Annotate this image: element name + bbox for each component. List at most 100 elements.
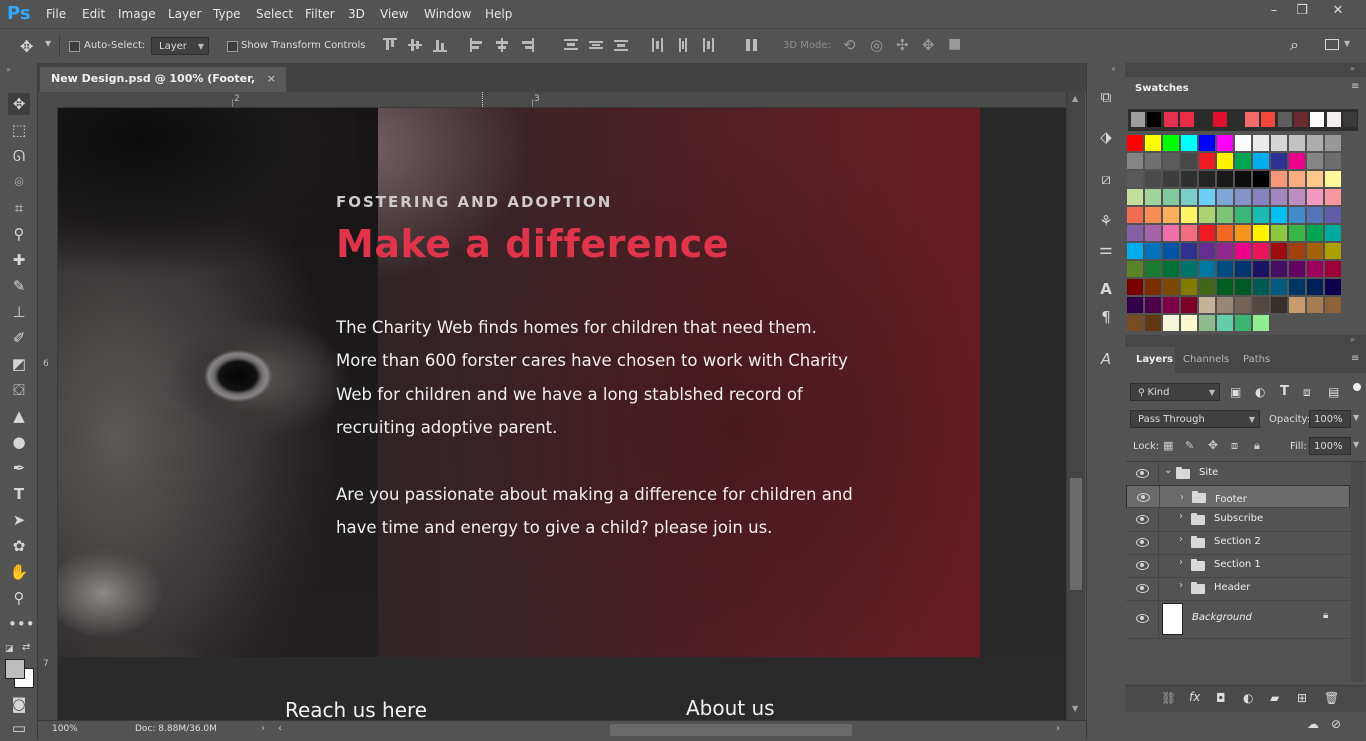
menu-filter[interactable]: Filter xyxy=(305,7,335,21)
history-panel-icon[interactable]: ⧉ xyxy=(1096,87,1116,107)
zoom-level[interactable]: 100% xyxy=(52,724,78,734)
color-swatch[interactable] xyxy=(1325,243,1341,259)
filter-adjustment-icon[interactable]: ◐ xyxy=(1255,385,1265,399)
color-swatch[interactable] xyxy=(1307,243,1323,259)
color-swatch[interactable] xyxy=(1163,207,1179,223)
libraries-icon[interactable]: ⊘ xyxy=(1331,717,1341,731)
color-swatch[interactable] xyxy=(1307,261,1323,277)
dodge-tool-icon[interactable]: ● xyxy=(8,431,30,453)
align-left-icon[interactable] xyxy=(470,38,484,52)
color-swatch[interactable] xyxy=(1127,189,1143,205)
fill-input[interactable]: 100% xyxy=(1309,437,1351,455)
hand-tool-icon[interactable]: ✋ xyxy=(8,561,30,583)
filter-kind-dropdown[interactable]: ⚲ Kind ▼ xyxy=(1130,383,1220,401)
zoom-tool-icon[interactable]: ⚲ xyxy=(8,587,30,609)
color-swatch[interactable] xyxy=(1253,243,1269,259)
color-swatch[interactable] xyxy=(1217,171,1233,187)
color-swatch[interactable] xyxy=(1217,225,1233,241)
eraser-tool-icon[interactable]: ◩ xyxy=(8,353,30,375)
layers-scrollbar[interactable] xyxy=(1351,462,1365,682)
distribute-hcenter-icon[interactable] xyxy=(676,38,690,52)
color-swatch[interactable] xyxy=(1307,279,1323,295)
distribute-left-icon[interactable] xyxy=(651,38,665,52)
3d-roll-icon[interactable]: ◎ xyxy=(870,36,883,54)
color-swatch[interactable] xyxy=(1325,189,1341,205)
color-swatch[interactable] xyxy=(1289,243,1305,259)
clone-stamp-tool-icon[interactable]: ⊥ xyxy=(8,301,30,323)
tab-paths[interactable]: Paths xyxy=(1243,354,1270,365)
color-swatch[interactable] xyxy=(1181,207,1197,223)
lock-position-icon[interactable]: ✥ xyxy=(1208,438,1218,452)
color-swatch[interactable] xyxy=(1253,153,1269,169)
color-swatch[interactable] xyxy=(1271,243,1287,259)
color-swatch[interactable] xyxy=(1253,315,1269,331)
close-tab-icon[interactable]: × xyxy=(267,67,276,91)
color-swatch[interactable] xyxy=(1307,207,1323,223)
color-swatch[interactable] xyxy=(1163,279,1179,295)
visibility-eye-icon[interactable] xyxy=(1136,560,1149,570)
color-swatch[interactable] xyxy=(1271,207,1287,223)
color-swatch[interactable] xyxy=(1217,315,1233,331)
color-swatch[interactable] xyxy=(1181,135,1197,151)
color-swatch[interactable] xyxy=(1181,315,1197,331)
menu-image[interactable]: Image xyxy=(118,7,156,21)
menu-layer[interactable]: Layer xyxy=(168,7,201,21)
color-swatch[interactable] xyxy=(1163,243,1179,259)
custom-shape-tool-icon[interactable]: ✿ xyxy=(8,535,30,557)
color-swatch[interactable] xyxy=(1235,261,1251,277)
color-swatch[interactable] xyxy=(1199,297,1215,313)
search-icon[interactable]: ⌕ xyxy=(1290,35,1299,55)
default-colors-icon[interactable]: ◪ xyxy=(5,644,14,654)
opacity-input[interactable]: 100% xyxy=(1309,410,1351,428)
color-swatch[interactable] xyxy=(1163,315,1179,331)
eyedropper-tool-icon[interactable]: ⚲ xyxy=(8,223,30,245)
color-swatch[interactable] xyxy=(1253,261,1269,277)
new-layer-icon[interactable]: ⊞ xyxy=(1297,691,1307,705)
color-swatch[interactable] xyxy=(1289,171,1305,187)
new-adjustment-icon[interactable]: ◐ xyxy=(1243,691,1253,705)
color-swatch[interactable] xyxy=(1271,279,1287,295)
layer-row[interactable]: › Footer xyxy=(1126,485,1350,509)
document-tab[interactable]: New Design.psd @ 100% (Footer, RGB/8) × xyxy=(40,67,286,109)
healing-brush-tool-icon[interactable]: ✚ xyxy=(8,249,30,271)
workspace-icon[interactable] xyxy=(1325,39,1339,50)
history-brush-tool-icon[interactable]: ✐ xyxy=(8,327,30,349)
blend-mode-dropdown[interactable]: Pass Through ▼ xyxy=(1130,410,1260,428)
marquee-tool-icon[interactable]: ⬚ xyxy=(8,119,30,141)
color-swatch[interactable] xyxy=(1235,315,1251,331)
color-swatch[interactable] xyxy=(1307,225,1323,241)
layer-row[interactable]: ⌄ Site xyxy=(1126,462,1350,486)
color-swatch[interactable] xyxy=(1199,153,1215,169)
color-swatch[interactable] xyxy=(1289,153,1305,169)
show-transform-checkbox[interactable] xyxy=(227,41,238,52)
color-swatch[interactable] xyxy=(1289,135,1305,151)
auto-align-icon[interactable] xyxy=(745,38,759,52)
color-swatch[interactable] xyxy=(1199,261,1215,277)
color-swatch[interactable] xyxy=(1307,153,1323,169)
auto-select-dropdown[interactable]: Layer ▼ xyxy=(151,37,209,55)
color-swatch[interactable] xyxy=(1181,153,1197,169)
menu-type[interactable]: Type xyxy=(213,7,241,21)
color-swatch[interactable] xyxy=(1145,189,1161,205)
color-swatch[interactable] xyxy=(1271,189,1287,205)
horizontal-scroll-thumb[interactable] xyxy=(610,724,852,736)
color-swatch[interactable] xyxy=(1127,153,1143,169)
glyphs-panel-icon[interactable]: A xyxy=(1096,349,1116,369)
color-swatch[interactable] xyxy=(1199,279,1215,295)
more-tools-icon[interactable]: ••• xyxy=(8,613,35,635)
color-swatch[interactable] xyxy=(1145,135,1161,151)
color-swatch[interactable] xyxy=(1289,279,1305,295)
new-group-icon[interactable]: ▰ xyxy=(1270,691,1279,705)
tool-preset-chevron-icon[interactable]: ▼ xyxy=(45,39,51,48)
color-swatch[interactable] xyxy=(1181,189,1197,205)
swap-colors-icon[interactable]: ⇄ xyxy=(22,642,30,653)
crop-tool-icon[interactable]: ⌗ xyxy=(8,197,30,219)
color-swatch[interactable] xyxy=(1307,135,1323,151)
menu-edit[interactable]: Edit xyxy=(82,7,105,21)
color-swatch[interactable] xyxy=(1145,279,1161,295)
chevron-right-icon[interactable]: › xyxy=(1179,580,1183,591)
color-swatch[interactable] xyxy=(1325,135,1341,151)
color-swatch[interactable] xyxy=(1163,153,1179,169)
color-swatch[interactable] xyxy=(1163,171,1179,187)
color-swatch[interactable] xyxy=(1289,261,1305,277)
